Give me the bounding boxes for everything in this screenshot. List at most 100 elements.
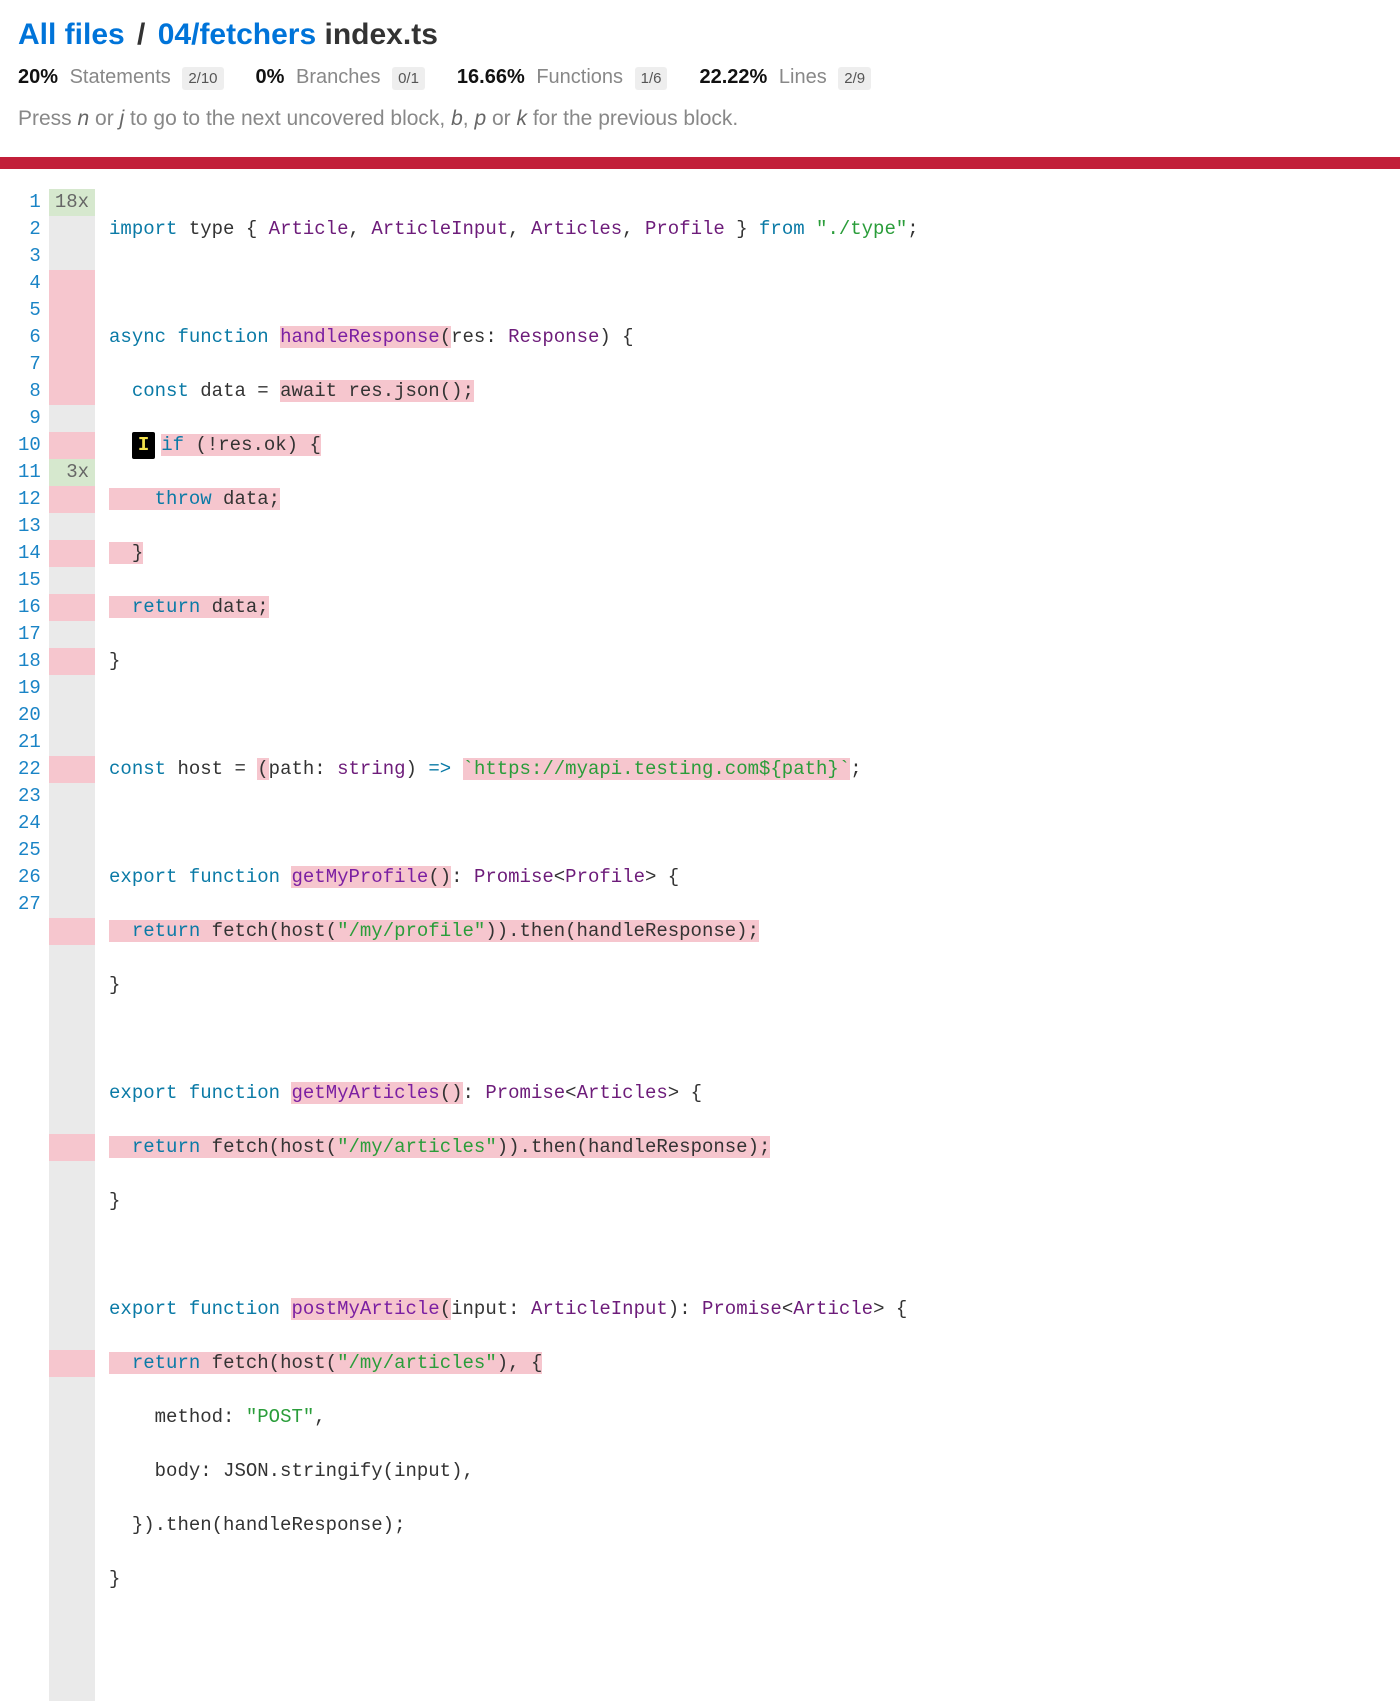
stat-lines: 22.22% Lines 2/9	[699, 66, 871, 89]
code-line	[109, 270, 1382, 297]
coverage-count	[49, 297, 95, 324]
stat-frac: 2/9	[838, 67, 871, 90]
code-line: }	[109, 648, 1382, 675]
line-number[interactable]: 16	[18, 594, 43, 621]
line-number[interactable]: 1	[18, 189, 43, 216]
coverage-count	[49, 864, 95, 891]
breadcrumb: All files / 04/fetchers index.ts	[18, 18, 1382, 52]
coverage-stats: 20% Statements 2/10 0% Branches 0/1 16.6…	[18, 66, 1382, 89]
breadcrumb-sep: /	[133, 18, 149, 51]
coverage-count	[49, 351, 95, 378]
line-number[interactable]: 7	[18, 351, 43, 378]
stat-branches: 0% Branches 0/1	[256, 66, 425, 89]
line-number[interactable]: 13	[18, 513, 43, 540]
coverage-count	[49, 783, 95, 810]
line-number[interactable]: 2	[18, 216, 43, 243]
code-line: Iif (!res.ok) {	[109, 432, 1382, 459]
code-line: return fetch(host("/my/profile")).then(h…	[109, 918, 1382, 945]
line-number[interactable]: 21	[18, 729, 43, 756]
stat-pct: 0%	[256, 66, 285, 88]
coverage-count: 3x	[49, 459, 95, 486]
line-number[interactable]: 23	[18, 783, 43, 810]
code-line: const data = await res.json();	[109, 378, 1382, 405]
coverage-count	[49, 270, 95, 297]
coverage-count	[49, 756, 95, 783]
coverage-count	[49, 837, 95, 864]
coverage-count	[49, 216, 95, 243]
stat-label: Lines	[779, 66, 827, 88]
code-column: import type { Article, ArticleInput, Art…	[95, 189, 1382, 1701]
code-line: }).then(handleResponse);	[109, 1512, 1382, 1539]
line-number[interactable]: 4	[18, 270, 43, 297]
coverage-ruler	[0, 157, 1400, 169]
stat-functions: 16.66% Functions 1/6	[457, 66, 668, 89]
code-line	[109, 702, 1382, 729]
code-line: const host = (path: string) => `https://…	[109, 756, 1382, 783]
line-number-gutter: 1234567891011121314151617181920212223242…	[18, 189, 49, 1701]
coverage-count	[49, 513, 95, 540]
coverage-count	[49, 648, 95, 675]
stat-label: Branches	[296, 66, 381, 88]
code-line: method: "POST",	[109, 1404, 1382, 1431]
line-number[interactable]: 3	[18, 243, 43, 270]
branch-marker-icon: I	[132, 432, 155, 459]
line-number[interactable]: 25	[18, 837, 43, 864]
breadcrumb-path-link[interactable]: 04/fetchers	[158, 18, 316, 51]
stat-pct: 20%	[18, 66, 58, 88]
coverage-count	[49, 243, 95, 270]
stat-label: Statements	[70, 66, 171, 88]
code-line: }	[109, 1566, 1382, 1593]
code-line: export function getMyProfile(): Promise<…	[109, 864, 1382, 891]
coverage-count	[49, 324, 95, 351]
code-line: }	[109, 540, 1382, 567]
line-number[interactable]: 8	[18, 378, 43, 405]
code-line: }	[109, 972, 1382, 999]
stat-statements: 20% Statements 2/10	[18, 66, 224, 89]
code-line: return fetch(host("/my/articles"), {	[109, 1350, 1382, 1377]
code-line: throw data;	[109, 486, 1382, 513]
stat-frac: 2/10	[182, 67, 223, 90]
coverage-count	[49, 405, 95, 432]
line-number[interactable]: 15	[18, 567, 43, 594]
line-number[interactable]: 27	[18, 891, 43, 918]
stat-label: Functions	[536, 66, 623, 88]
stat-pct: 16.66%	[457, 66, 525, 88]
code-line: async function handleResponse(res: Respo…	[109, 324, 1382, 351]
stat-frac: 0/1	[392, 67, 425, 90]
line-number[interactable]: 24	[18, 810, 43, 837]
line-number[interactable]: 6	[18, 324, 43, 351]
line-number[interactable]: 10	[18, 432, 43, 459]
stat-frac: 1/6	[635, 67, 668, 90]
code-line	[109, 1242, 1382, 1269]
coverage-count	[49, 567, 95, 594]
code-line: export function postMyArticle(input: Art…	[109, 1296, 1382, 1323]
breadcrumb-root-link[interactable]: All files	[18, 18, 125, 51]
line-number[interactable]: 12	[18, 486, 43, 513]
stat-pct: 22.22%	[699, 66, 767, 88]
code-line	[109, 1026, 1382, 1053]
coverage-count	[49, 729, 95, 756]
code-line: return data;	[109, 594, 1382, 621]
code-view: 1234567891011121314151617181920212223242…	[18, 189, 1382, 1701]
line-number[interactable]: 17	[18, 621, 43, 648]
keyboard-hint: Press n or j to go to the next uncovered…	[18, 107, 1382, 131]
coverage-count	[49, 621, 95, 648]
code-line	[109, 1620, 1382, 1647]
coverage-count	[49, 810, 95, 837]
coverage-count	[49, 702, 95, 729]
line-number[interactable]: 18	[18, 648, 43, 675]
line-number[interactable]: 14	[18, 540, 43, 567]
coverage-gutter: 18x 3x	[49, 189, 95, 1701]
code-line: import type { Article, ArticleInput, Art…	[109, 216, 1382, 243]
coverage-count: 18x	[49, 189, 95, 216]
code-line: return fetch(host("/my/articles")).then(…	[109, 1134, 1382, 1161]
line-number[interactable]: 20	[18, 702, 43, 729]
line-number[interactable]: 22	[18, 756, 43, 783]
line-number[interactable]: 9	[18, 405, 43, 432]
coverage-count	[49, 675, 95, 702]
line-number[interactable]: 19	[18, 675, 43, 702]
line-number[interactable]: 26	[18, 864, 43, 891]
line-number[interactable]: 5	[18, 297, 43, 324]
line-number[interactable]: 11	[18, 459, 43, 486]
breadcrumb-current: index.ts	[325, 18, 438, 51]
